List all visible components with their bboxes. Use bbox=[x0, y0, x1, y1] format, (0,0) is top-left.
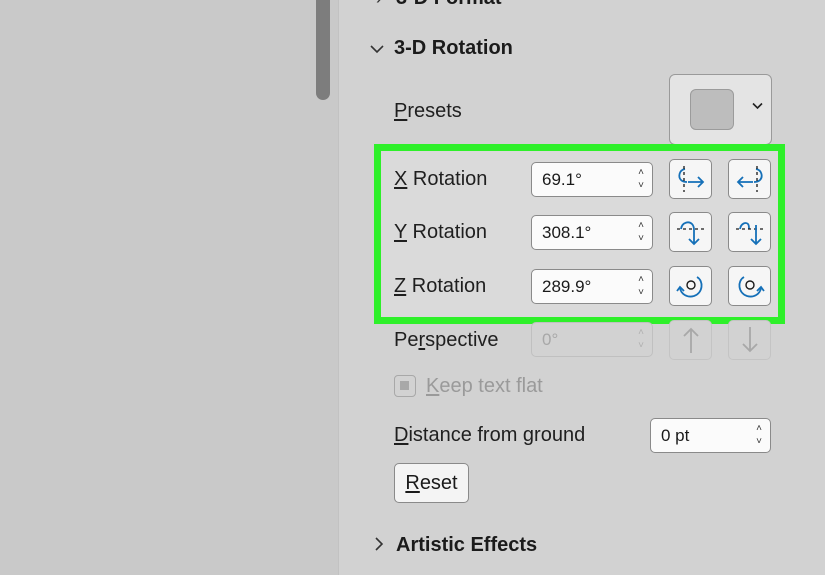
spin-arrows[interactable]: ˄ ˅ bbox=[638, 219, 644, 245]
x-rotation-label: X Rotation bbox=[394, 168, 487, 191]
x-rotation-label-text: Rotation bbox=[407, 168, 488, 190]
spin-arrows[interactable]: ˄ ˅ bbox=[756, 422, 762, 448]
spin-down-icon[interactable]: ˅ bbox=[638, 232, 644, 245]
distance-from-ground-label-text: istance from ground bbox=[408, 424, 586, 446]
z-rotation-label-text: Rotation bbox=[406, 275, 487, 297]
spin-arrows[interactable]: ˄ ˅ bbox=[638, 166, 644, 192]
arrow-down-icon bbox=[741, 327, 758, 353]
spin-down-icon[interactable]: ˅ bbox=[638, 286, 644, 299]
perspective-value: 0° bbox=[542, 330, 559, 349]
z-rotation-label: Z Rotation bbox=[394, 275, 486, 298]
perspective-spinbox[interactable]: 0° ˄ ˅ bbox=[531, 322, 653, 357]
keep-text-flat-mnemonic: K bbox=[426, 375, 440, 397]
x-rotation-spinbox[interactable]: 69.1° ˄ ˅ bbox=[531, 162, 653, 197]
y-rotation-spinbox[interactable]: 308.1° ˄ ˅ bbox=[531, 215, 653, 250]
y-rotation-label: Y Rotation bbox=[394, 221, 487, 244]
perspective-increase-button[interactable] bbox=[669, 320, 712, 360]
perspective-label: Perspective bbox=[394, 329, 499, 352]
keep-text-flat-label-text: eep text flat bbox=[439, 375, 543, 397]
z-rotate-clockwise-button[interactable] bbox=[728, 266, 771, 306]
spin-down-icon[interactable]: ˅ bbox=[638, 179, 644, 192]
x-rotate-left-button[interactable] bbox=[669, 159, 712, 199]
spin-up-icon[interactable]: ˄ bbox=[638, 326, 644, 339]
distance-from-ground-value: 0 pt bbox=[661, 426, 690, 445]
x-rotate-right-button[interactable] bbox=[728, 159, 771, 199]
section-3d-rotation-label: 3-D Rotation bbox=[394, 37, 513, 59]
keep-text-flat-checkbox[interactable] bbox=[394, 375, 416, 397]
perspective-label-text: spective bbox=[425, 329, 499, 351]
rotate-up-icon bbox=[676, 221, 705, 246]
spin-arrows[interactable]: ˄ ˅ bbox=[638, 326, 644, 352]
y-rotation-mnemonic: Y bbox=[394, 221, 407, 243]
rotate-counterclockwise-icon bbox=[675, 276, 702, 298]
spin-up-icon[interactable]: ˄ bbox=[638, 219, 644, 232]
presets-preview-swatch bbox=[690, 89, 734, 130]
x-rotation-mnemonic: X bbox=[394, 168, 408, 190]
section-3d-format-label: 3-D Format bbox=[396, 0, 502, 10]
z-rotation-mnemonic: Z bbox=[394, 275, 407, 297]
perspective-decrease-button[interactable] bbox=[728, 320, 771, 360]
section-artistic-effects[interactable]: Artistic Effects bbox=[372, 534, 537, 557]
chevron-down-icon bbox=[752, 97, 763, 113]
rotate-left-icon bbox=[677, 166, 704, 192]
spin-arrows[interactable]: ˄ ˅ bbox=[638, 273, 644, 299]
z-rotate-counterclockwise-button[interactable] bbox=[669, 266, 712, 306]
section-artistic-effects-label: Artistic Effects bbox=[396, 534, 538, 556]
chevron-right-icon bbox=[372, 535, 386, 556]
rotate-clockwise-icon bbox=[738, 276, 765, 298]
chevron-down-icon bbox=[370, 38, 384, 59]
section-3d-rotation[interactable]: 3-D Rotation bbox=[370, 37, 513, 60]
spin-up-icon[interactable]: ˄ bbox=[756, 422, 762, 435]
keep-text-flat-label: Keep text flat bbox=[426, 375, 543, 398]
presets-mnemonic: P bbox=[394, 100, 408, 122]
arrow-up-icon bbox=[682, 327, 699, 353]
z-rotation-spinbox[interactable]: 289.9° ˄ ˅ bbox=[531, 269, 653, 304]
distance-from-ground-label: Distance from ground bbox=[394, 424, 585, 447]
rotate-right-icon bbox=[736, 166, 763, 192]
perspective-label-pre: Pe bbox=[394, 329, 419, 351]
x-rotation-value: 69.1° bbox=[542, 170, 582, 189]
spin-up-icon[interactable]: ˄ bbox=[638, 166, 644, 179]
spin-down-icon[interactable]: ˅ bbox=[756, 435, 762, 448]
reset-mnemonic: R bbox=[405, 472, 420, 494]
distance-from-ground-spinbox[interactable]: 0 pt ˄ ˅ bbox=[650, 418, 771, 453]
reset-button[interactable]: Reset bbox=[394, 463, 469, 503]
y-rotate-down-button[interactable] bbox=[728, 212, 771, 252]
y-rotation-label-text: Rotation bbox=[406, 221, 488, 243]
spin-down-icon[interactable]: ˅ bbox=[638, 339, 644, 352]
vertical-scrollbar-thumb[interactable] bbox=[316, 0, 330, 100]
presets-dropdown-button[interactable] bbox=[669, 74, 772, 145]
presets-label: Presets bbox=[394, 100, 462, 123]
y-rotate-up-button[interactable] bbox=[669, 212, 712, 252]
spin-up-icon[interactable]: ˄ bbox=[638, 273, 644, 286]
section-3d-format[interactable]: › 3-D Format bbox=[372, 0, 502, 10]
document-area bbox=[0, 0, 338, 575]
distance-from-ground-mnemonic: D bbox=[394, 424, 409, 446]
y-rotation-value: 308.1° bbox=[542, 223, 592, 242]
chevron-right-icon: › bbox=[372, 0, 386, 9]
rotate-down-icon bbox=[735, 222, 764, 246]
presets-label-text: resets bbox=[407, 100, 462, 122]
reset-label-text: eset bbox=[419, 472, 458, 494]
z-rotation-value: 289.9° bbox=[542, 277, 592, 296]
